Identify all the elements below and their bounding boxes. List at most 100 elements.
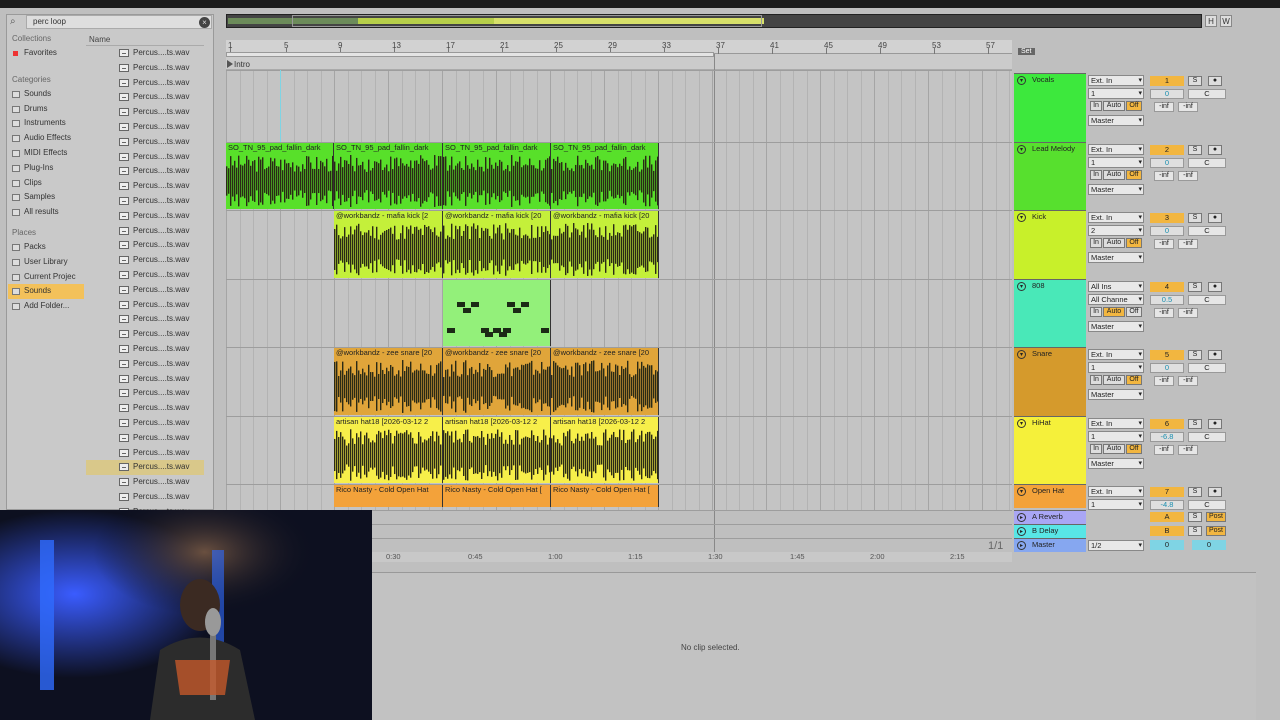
monitor-off-button[interactable]: Off: [1126, 375, 1142, 385]
volume-field[interactable]: -6.8: [1150, 432, 1184, 442]
file-item[interactable]: Percus....ts.wav: [86, 342, 204, 357]
monitor-auto-button[interactable]: Auto: [1103, 375, 1125, 385]
file-item[interactable]: Percus....ts.wav: [86, 386, 204, 401]
monitor-off-button[interactable]: Off: [1126, 101, 1142, 111]
solo-button[interactable]: S: [1188, 213, 1202, 223]
fold-track-icon[interactable]: ▸: [1017, 513, 1026, 522]
file-item[interactable]: Percus....ts.wav: [86, 283, 204, 298]
hihat-clip[interactable]: artisan hat18 [2026-03-12 2: [551, 417, 659, 483]
file-item[interactable]: Percus....ts.wav: [86, 150, 204, 165]
file-item[interactable]: Percus....ts.wav: [86, 253, 204, 268]
arm-button[interactable]: ●: [1208, 145, 1222, 155]
fold-track-icon[interactable]: ▾: [1017, 145, 1026, 154]
file-item[interactable]: Percus....ts.wav: [86, 460, 204, 476]
input-type-select[interactable]: Ext. In: [1088, 212, 1144, 223]
file-item[interactable]: Percus....ts.wav: [86, 372, 204, 387]
volume-field[interactable]: 0: [1150, 363, 1184, 373]
solo-button[interactable]: S: [1188, 145, 1202, 155]
output-select[interactable]: Master: [1088, 458, 1144, 469]
track-header-kick[interactable]: ▾ Kick: [1014, 210, 1086, 279]
monitor-off-button[interactable]: Off: [1126, 444, 1142, 454]
track-activator-button[interactable]: 3: [1150, 213, 1184, 223]
fold-track-icon[interactable]: ▸: [1017, 527, 1026, 536]
arm-button[interactable]: ●: [1208, 419, 1222, 429]
hihat-clip[interactable]: artisan hat18 [2026-03-12 2: [443, 417, 551, 483]
volume-field[interactable]: 0: [1150, 89, 1184, 99]
monitor-off-button[interactable]: Off: [1126, 238, 1142, 248]
place-item-add-folder-[interactable]: Add Folder...: [8, 299, 84, 314]
sidebar-item-samples[interactable]: Samples: [8, 190, 84, 205]
track-header-hihat[interactable]: ▾ HiHat: [1014, 416, 1086, 484]
808-midi-clip[interactable]: [443, 280, 551, 346]
lead-clip[interactable]: SO_TN_95_pad_fallin_dark: [551, 143, 659, 209]
fold-track-icon[interactable]: ▾: [1017, 213, 1026, 222]
track-header-vocals[interactable]: ▾ Vocals: [1014, 73, 1086, 142]
return-activator-button[interactable]: B: [1150, 526, 1184, 536]
monitor-in-button[interactable]: In: [1090, 307, 1102, 317]
monitor-auto-button[interactable]: Auto: [1103, 307, 1125, 317]
track-header-808[interactable]: ▾ 808: [1014, 279, 1086, 347]
output-select[interactable]: Master: [1088, 252, 1144, 263]
output-select[interactable]: Master: [1088, 389, 1144, 400]
monitor-auto-button[interactable]: Auto: [1103, 238, 1125, 248]
lead-clip[interactable]: SO_TN_95_pad_fallin_dark: [443, 143, 551, 209]
sidebar-item-drums[interactable]: Drums: [8, 102, 84, 117]
monitor-in-button[interactable]: In: [1090, 375, 1102, 385]
track-activator-button[interactable]: 2: [1150, 145, 1184, 155]
height-toggle-button[interactable]: H: [1205, 15, 1217, 27]
output-select[interactable]: Master: [1088, 321, 1144, 332]
fold-track-icon[interactable]: ▾: [1017, 282, 1026, 291]
openhat-clip[interactable]: Rico Nasty - Cold Open Hat [: [443, 485, 551, 507]
input-type-select[interactable]: Ext. In: [1088, 144, 1144, 155]
monitor-off-button[interactable]: Off: [1126, 307, 1142, 317]
sidebar-item-clips[interactable]: Clips: [8, 176, 84, 191]
master-pan-field[interactable]: 0: [1192, 540, 1226, 550]
openhat-clip[interactable]: Rico Nasty - Cold Open Hat: [334, 485, 443, 507]
kick-clip[interactable]: @workbandz - mafia kick [20: [551, 211, 659, 278]
return-track-b-delay[interactable]: ▸ B Delay: [1014, 524, 1086, 538]
file-item[interactable]: Percus....ts.wav: [86, 416, 204, 431]
volume-field[interactable]: 0: [1150, 158, 1184, 168]
fold-track-icon[interactable]: ▾: [1017, 487, 1026, 496]
output-select[interactable]: Master: [1088, 115, 1144, 126]
file-item[interactable]: Percus....ts.wav: [86, 164, 204, 179]
monitor-in-button[interactable]: In: [1090, 238, 1102, 248]
kick-clip[interactable]: @workbandz - mafia kick [20: [443, 211, 551, 278]
output-select[interactable]: Master: [1088, 184, 1144, 195]
pan-field[interactable]: C: [1188, 432, 1226, 442]
name-column-header[interactable]: Name: [86, 34, 204, 46]
input-channel-select[interactable]: 1: [1088, 88, 1144, 99]
clear-search-icon[interactable]: ×: [199, 17, 210, 28]
input-type-select[interactable]: Ext. In: [1088, 418, 1144, 429]
file-item[interactable]: Percus....ts.wav: [86, 209, 204, 224]
snare-clip[interactable]: @workbandz - zee snare [20: [334, 348, 443, 415]
file-item[interactable]: Percus....ts.wav: [86, 475, 204, 490]
pan-field[interactable]: C: [1188, 158, 1226, 168]
pan-field[interactable]: C: [1188, 500, 1226, 510]
file-item[interactable]: Percus....ts.wav: [86, 224, 204, 239]
solo-button[interactable]: S: [1188, 76, 1202, 86]
openhat-clip[interactable]: Rico Nasty - Cold Open Hat [: [551, 485, 659, 507]
monitor-auto-button[interactable]: Auto: [1103, 444, 1125, 454]
input-type-select[interactable]: All Ins: [1088, 281, 1144, 292]
sidebar-item-midi-effects[interactable]: MIDI Effects: [8, 146, 84, 161]
file-item[interactable]: Percus....ts.wav: [86, 46, 204, 61]
file-item[interactable]: Percus....ts.wav: [86, 268, 204, 283]
input-channel-select[interactable]: 2: [1088, 225, 1144, 236]
arm-button[interactable]: ●: [1208, 350, 1222, 360]
monitor-auto-button[interactable]: Auto: [1103, 170, 1125, 180]
file-item[interactable]: Percus....ts.wav: [86, 298, 204, 313]
track-header-lead-melody[interactable]: ▾ Lead Melody: [1014, 142, 1086, 210]
track-activator-button[interactable]: 7: [1150, 487, 1184, 497]
pan-field[interactable]: C: [1188, 295, 1226, 305]
file-item[interactable]: Percus....ts.wav: [86, 431, 204, 446]
locator-marker-icon[interactable]: [227, 60, 233, 68]
monitor-off-button[interactable]: Off: [1126, 170, 1142, 180]
track-activator-button[interactable]: 1: [1150, 76, 1184, 86]
sidebar-item-plug-ins[interactable]: Plug-Ins: [8, 161, 84, 176]
pan-field[interactable]: C: [1188, 226, 1226, 236]
master-track[interactable]: ▸ Master: [1014, 538, 1086, 552]
file-item[interactable]: Percus....ts.wav: [86, 61, 204, 76]
return-activator-button[interactable]: A: [1150, 512, 1184, 522]
track-header-open-hat[interactable]: ▾ Open Hat: [1014, 484, 1086, 508]
